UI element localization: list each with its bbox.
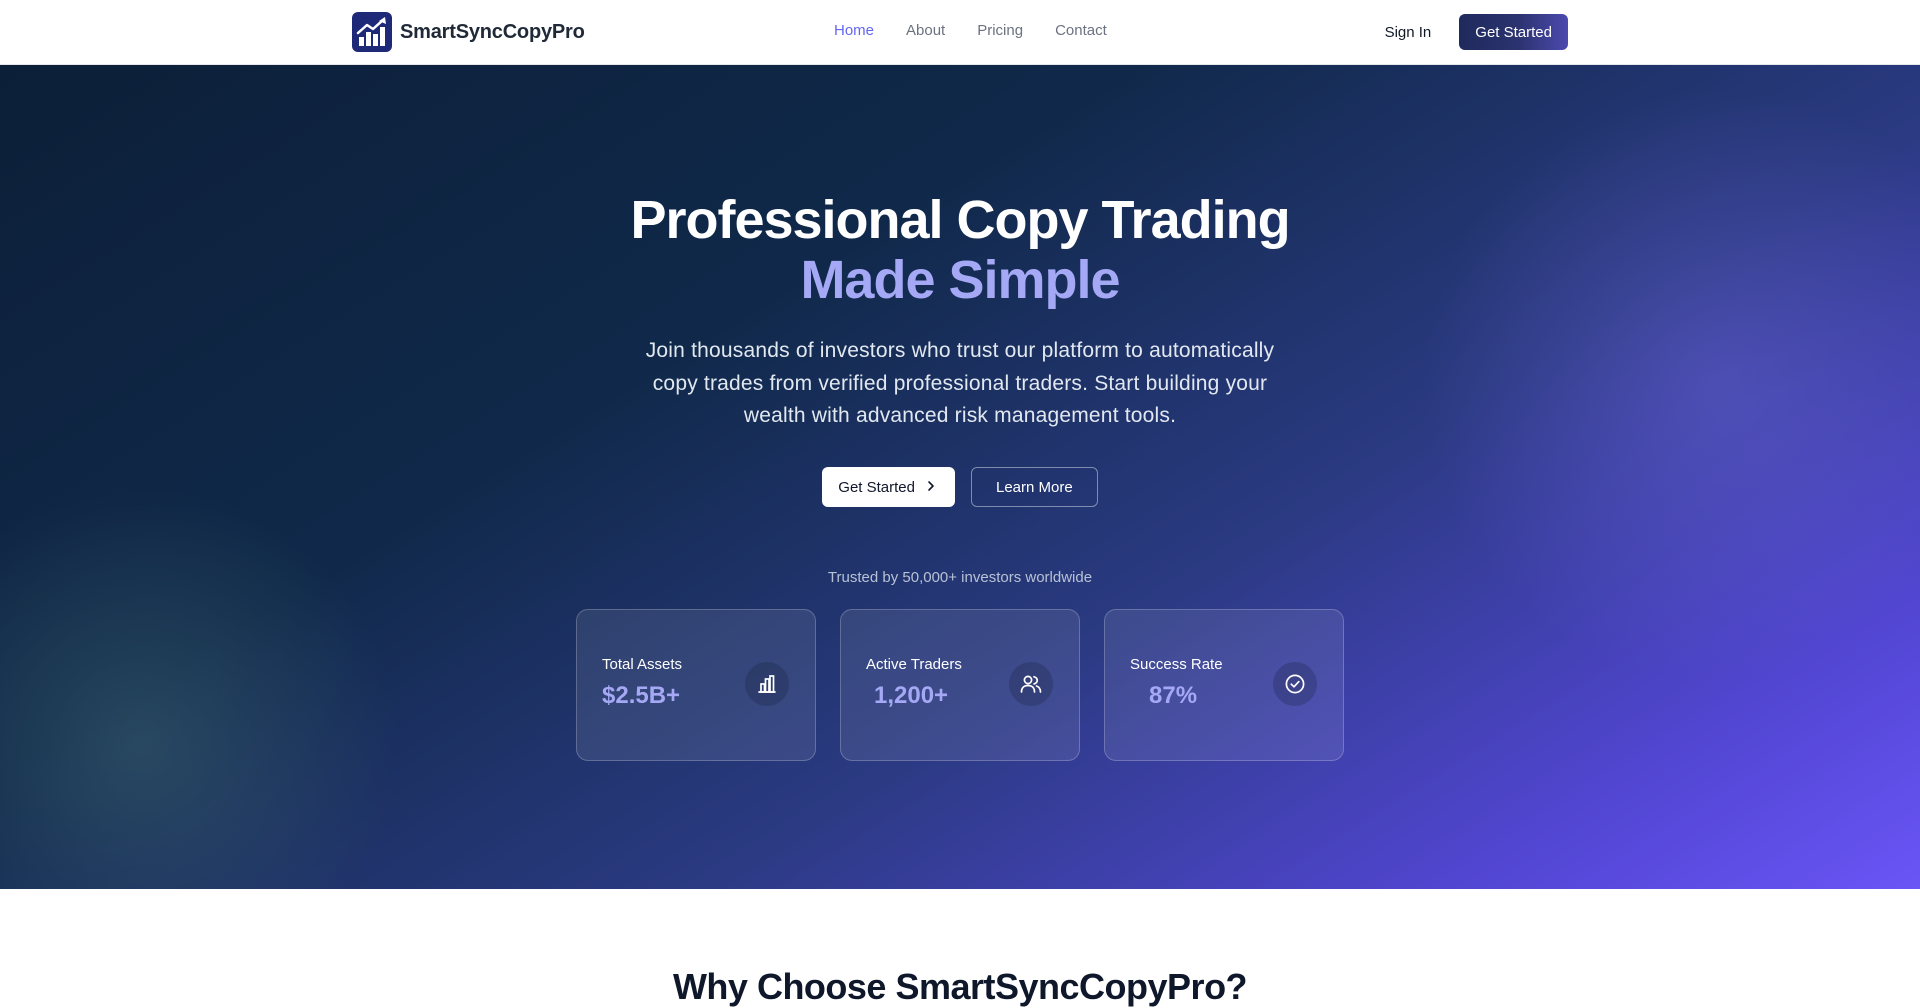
trending-up-chart-icon xyxy=(352,12,392,52)
hero-get-started-button[interactable]: Get Started xyxy=(822,467,955,507)
hero-glow-decoration xyxy=(0,485,400,889)
stat-label: Active Traders xyxy=(866,656,962,673)
hero-title-highlight: Made Simple xyxy=(800,250,1120,310)
nav-link-home[interactable]: Home xyxy=(834,22,874,39)
hero-section: Professional Copy Trading Made Simple Jo… xyxy=(0,65,1920,889)
hero-title-line1: Professional Copy Trading xyxy=(630,190,1290,250)
stat-value: $2.5B+ xyxy=(602,682,681,709)
stat-value: 87% xyxy=(1149,682,1198,709)
main-nav: Home About Pricing Contact xyxy=(834,22,1107,39)
learn-more-button[interactable]: Learn More xyxy=(971,467,1098,507)
top-navbar: SmartSyncCopyPro Home About Pricing Cont… xyxy=(0,0,1920,65)
bar-chart-icon xyxy=(745,662,789,706)
nav-link-pricing[interactable]: Pricing xyxy=(977,22,1023,39)
features-title: Why Choose SmartSyncCopyPro? xyxy=(672,966,1248,1007)
hero-glow-decoration xyxy=(1420,85,1920,685)
brand-name: SmartSyncCopyPro xyxy=(400,20,585,43)
users-icon xyxy=(1009,662,1053,706)
chevron-right-icon xyxy=(925,479,937,496)
nav-link-contact[interactable]: Contact xyxy=(1055,22,1107,39)
stat-label: Success Rate xyxy=(1130,656,1223,673)
stat-value: 1,200+ xyxy=(874,682,949,709)
brand-link[interactable]: SmartSyncCopyPro xyxy=(352,12,585,52)
hero-get-started-label: Get Started xyxy=(838,478,915,496)
stat-card-active-traders: Active Traders 1,200+ xyxy=(840,609,1080,761)
check-circle-icon xyxy=(1273,662,1317,706)
hero-subtitle: Join thousands of investors who trust ou… xyxy=(645,339,1275,427)
stat-card-success-rate: Success Rate 87% xyxy=(1104,609,1344,761)
nav-link-about[interactable]: About xyxy=(906,22,945,39)
hero-actions: Get Started Learn More xyxy=(0,467,1920,507)
stat-card-total-assets: Total Assets $2.5B+ xyxy=(576,609,816,761)
trusted-text: Trusted by 50,000+ investors worldwide xyxy=(827,569,1093,586)
nav-get-started-button[interactable]: Get Started xyxy=(1459,14,1568,50)
sign-in-button[interactable]: Sign In xyxy=(1385,24,1432,41)
stats-row: Total Assets $2.5B+ Active Traders 1,200… xyxy=(576,609,1344,761)
hero-title: Professional Copy Trading Made Simple xyxy=(0,190,1920,310)
nav-actions: Sign In Get Started xyxy=(1385,14,1568,50)
stat-label: Total Assets xyxy=(602,656,683,673)
